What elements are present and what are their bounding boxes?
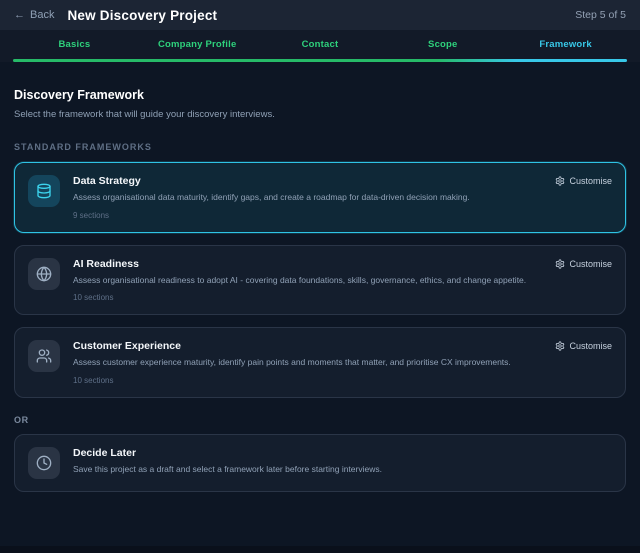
step-indicator: Step 5 of 5 [575,9,626,21]
gear-icon [555,341,565,351]
customise-button[interactable]: Customise [555,341,612,351]
decide-later-description: Save this project as a draft and select … [73,463,612,477]
clock-icon [28,447,60,479]
framework-description: Assess organisational readiness to adopt… [73,274,612,288]
tab-framework[interactable]: Framework [504,39,627,50]
header: ← Back New Discovery Project Step 5 of 5 [0,0,640,30]
tab-contact[interactable]: Contact [259,39,382,50]
new-discovery-project-screen: ← Back New Discovery Project Step 5 of 5… [0,0,640,553]
decide-later-title: Decide Later [73,447,136,459]
back-label: Back [30,9,54,21]
tab-bar: Basics Company Profile Contact Scope Fra… [0,30,640,62]
users-icon [28,340,60,372]
gear-icon [555,176,565,186]
section-title: Discovery Framework [14,88,626,102]
group-label: STANDARD FRAMEWORKS [14,142,626,152]
page-title: New Discovery Project [67,8,217,23]
framework-description: Assess customer experience maturity, ide… [73,356,612,370]
customise-label: Customise [569,341,612,351]
framework-sections-count: 9 sections [73,211,612,220]
customise-label: Customise [569,176,612,186]
framework-step-content: Discovery Framework Select the framework… [0,62,640,553]
customise-button[interactable]: Customise [555,259,612,269]
tab-company-profile[interactable]: Company Profile [136,39,259,50]
decide-later-card[interactable]: Decide Later Save this project as a draf… [14,434,626,492]
section-subtitle: Select the framework that will guide you… [14,109,626,120]
database-icon [28,175,60,207]
gear-icon [555,259,565,269]
arrow-left-icon: ← [14,9,25,21]
framework-sections-count: 10 sections [73,293,612,302]
customise-label: Customise [569,259,612,269]
framework-card-ai-readiness[interactable]: AI Readiness Customise Assess organisati… [14,245,626,316]
framework-description: Assess organisational data maturity, ide… [73,191,612,205]
tab-scope[interactable]: Scope [381,39,504,50]
globe-icon [28,258,60,290]
framework-sections-count: 10 sections [73,376,612,385]
framework-name: Customer Experience [73,340,181,352]
framework-card-data-strategy[interactable]: Data Strategy Customise Assess organisat… [14,162,626,233]
framework-name: Data Strategy [73,175,141,187]
footer-bar [0,546,640,553]
framework-card-customer-experience[interactable]: Customer Experience Customise Assess cus… [14,327,626,398]
framework-name: AI Readiness [73,258,139,270]
customise-button[interactable]: Customise [555,176,612,186]
tab-basics[interactable]: Basics [13,39,136,50]
or-divider-label: OR [14,415,626,425]
back-button[interactable]: ← Back [14,9,54,21]
